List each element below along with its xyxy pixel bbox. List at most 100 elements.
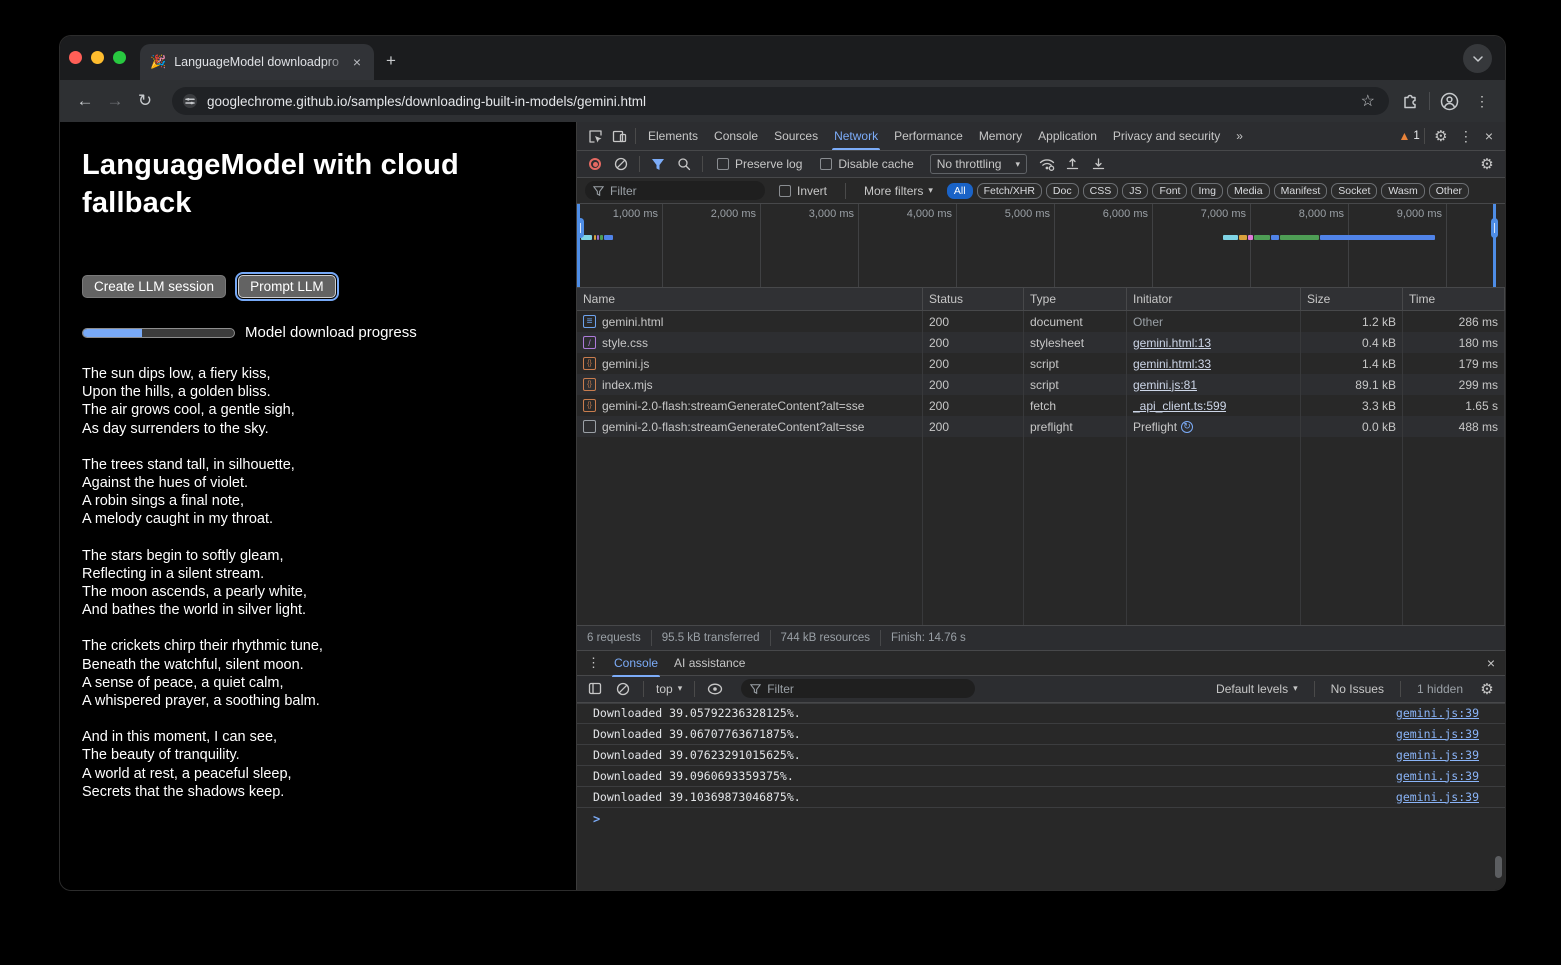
- search-icon[interactable]: [672, 153, 696, 175]
- console-scrollbar-thumb[interactable]: [1495, 856, 1502, 878]
- network-overview[interactable]: 1,000 ms2,000 ms3,000 ms4,000 ms5,000 ms…: [577, 204, 1505, 288]
- request-row[interactable]: gemini-2.0-flash:streamGenerateContent?a…: [577, 416, 1505, 437]
- preserve-log-checkbox[interactable]: Preserve log: [717, 157, 802, 171]
- chip-other[interactable]: Other: [1429, 183, 1469, 199]
- chip-doc[interactable]: Doc: [1046, 183, 1079, 199]
- chip-img[interactable]: Img: [1191, 183, 1223, 199]
- devtools-menu-icon[interactable]: ⋮: [1453, 128, 1479, 145]
- tab-console[interactable]: Console: [606, 649, 666, 677]
- execution-context-select[interactable]: top ▾: [656, 682, 682, 696]
- chip-manifest[interactable]: Manifest: [1274, 183, 1328, 199]
- filter-toggle-icon[interactable]: [646, 153, 670, 175]
- tab-console[interactable]: Console: [706, 122, 766, 150]
- request-row[interactable]: index.mjs200scriptgemini.js:8189.1 kB299…: [577, 374, 1505, 395]
- tab-sources[interactable]: Sources: [766, 122, 826, 150]
- initiator-link[interactable]: gemini.html:13: [1133, 336, 1211, 350]
- column-header-time[interactable]: Time: [1403, 288, 1505, 310]
- tab-privacy-and-security[interactable]: Privacy and security: [1105, 122, 1228, 150]
- preflight-request-icon[interactable]: ↻: [1181, 421, 1193, 433]
- more-tabs-button[interactable]: »: [1228, 122, 1251, 150]
- issues-status[interactable]: No Issues: [1323, 682, 1392, 696]
- import-har-icon[interactable]: [1061, 153, 1085, 175]
- console-filter-input[interactable]: Filter: [741, 679, 974, 698]
- inspect-element-icon[interactable]: [583, 125, 607, 147]
- issues-counter[interactable]: ▲ 1: [1399, 129, 1420, 143]
- chip-all[interactable]: All: [947, 183, 973, 199]
- clear-console-icon[interactable]: [611, 678, 635, 700]
- chevron-down-icon: [1473, 56, 1483, 62]
- devtools-close-icon[interactable]: ×: [1479, 128, 1499, 144]
- url-bar[interactable]: googlechrome.github.io/samples/downloadi…: [172, 87, 1389, 115]
- initiator-link[interactable]: gemini.html:33: [1133, 357, 1211, 371]
- device-toolbar-icon[interactable]: [607, 125, 631, 147]
- site-settings-icon[interactable]: [182, 93, 198, 109]
- console-source-link[interactable]: gemini.js:39: [1396, 790, 1479, 804]
- export-har-icon[interactable]: [1087, 153, 1111, 175]
- initiator-link[interactable]: gemini.js:81: [1133, 378, 1197, 392]
- initiator-link[interactable]: _api_client.ts:599: [1133, 399, 1226, 413]
- tab-search-button[interactable]: [1463, 44, 1492, 73]
- console-source-link[interactable]: gemini.js:39: [1396, 706, 1479, 720]
- chip-js[interactable]: JS: [1122, 183, 1148, 199]
- tab-memory[interactable]: Memory: [971, 122, 1030, 150]
- forward-button[interactable]: →: [100, 86, 130, 116]
- invert-checkbox[interactable]: Invert: [779, 184, 827, 198]
- overview-left-handle[interactable]: [577, 204, 580, 287]
- chip-font[interactable]: Font: [1152, 183, 1187, 199]
- request-row[interactable]: gemini.js200scriptgemini.html:331.4 kB17…: [577, 353, 1505, 374]
- log-levels-dropdown[interactable]: Default levels ▾: [1208, 682, 1306, 696]
- devtools-settings-icon[interactable]: ⚙: [1429, 125, 1453, 147]
- zoom-window-button[interactable]: [113, 51, 126, 64]
- column-header-type[interactable]: Type: [1024, 288, 1127, 310]
- network-conditions-icon[interactable]: [1035, 153, 1059, 175]
- request-row[interactable]: gemini.html200documentOther1.2 kB286 ms: [577, 311, 1505, 332]
- tab-ai-assistance[interactable]: AI assistance: [666, 649, 753, 677]
- tab-close-icon[interactable]: ×: [350, 54, 364, 70]
- back-button[interactable]: ←: [70, 86, 100, 116]
- reload-button[interactable]: ↻: [130, 86, 160, 116]
- disable-cache-checkbox[interactable]: Disable cache: [820, 157, 913, 171]
- close-window-button[interactable]: [69, 51, 82, 64]
- drawer-menu-icon[interactable]: ⋮: [581, 655, 606, 671]
- prompt-llm-button[interactable]: Prompt LLM: [238, 275, 336, 298]
- network-filter-input[interactable]: Filter: [585, 181, 765, 200]
- create-llm-session-button[interactable]: Create LLM session: [82, 275, 226, 298]
- more-filters-dropdown[interactable]: More filters ▾: [864, 184, 933, 198]
- browser-tab[interactable]: 🎉 LanguageModel downloadpro ×: [140, 44, 374, 80]
- minimize-window-button[interactable]: [91, 51, 104, 64]
- column-header-initiator[interactable]: Initiator: [1127, 288, 1301, 310]
- overview-right-handle[interactable]: [1493, 204, 1496, 287]
- throttling-select[interactable]: No throttling ▾: [930, 154, 1027, 174]
- column-header-size[interactable]: Size: [1301, 288, 1403, 310]
- bookmark-star-icon[interactable]: ☆: [1357, 91, 1379, 111]
- live-expression-eye-icon[interactable]: [703, 678, 727, 700]
- console-source-link[interactable]: gemini.js:39: [1396, 748, 1479, 762]
- console-message: Downloaded 39.0960693359375%.gemini.js:3…: [577, 766, 1505, 787]
- tab-performance[interactable]: Performance: [886, 122, 971, 150]
- console-prompt[interactable]: >: [577, 808, 1505, 830]
- console-source-link[interactable]: gemini.js:39: [1396, 727, 1479, 741]
- chip-media[interactable]: Media: [1227, 183, 1270, 199]
- extensions-icon[interactable]: [1401, 92, 1419, 110]
- chip-fetch-xhr[interactable]: Fetch/XHR: [977, 183, 1042, 199]
- chip-socket[interactable]: Socket: [1331, 183, 1377, 199]
- record-network-log-button[interactable]: [589, 158, 601, 170]
- console-settings-icon[interactable]: ⚙: [1475, 678, 1499, 700]
- browser-menu-icon[interactable]: ⋮: [1469, 93, 1495, 110]
- network-settings-icon[interactable]: ⚙: [1475, 153, 1499, 175]
- profile-avatar-icon[interactable]: [1440, 92, 1459, 111]
- tab-network[interactable]: Network: [826, 122, 886, 150]
- request-row[interactable]: style.css200stylesheetgemini.html:130.4 …: [577, 332, 1505, 353]
- console-source-link[interactable]: gemini.js:39: [1396, 769, 1479, 783]
- new-tab-button[interactable]: +: [386, 52, 396, 69]
- chip-wasm[interactable]: Wasm: [1381, 183, 1424, 199]
- clear-network-log-icon[interactable]: [609, 153, 633, 175]
- tab-elements[interactable]: Elements: [640, 122, 706, 150]
- column-header-name[interactable]: Name: [577, 288, 923, 310]
- console-sidebar-icon[interactable]: [583, 678, 607, 700]
- request-row[interactable]: gemini-2.0-flash:streamGenerateContent?a…: [577, 395, 1505, 416]
- column-header-status[interactable]: Status: [923, 288, 1024, 310]
- drawer-close-icon[interactable]: ×: [1481, 655, 1501, 671]
- tab-application[interactable]: Application: [1030, 122, 1105, 150]
- chip-css[interactable]: CSS: [1083, 183, 1119, 199]
